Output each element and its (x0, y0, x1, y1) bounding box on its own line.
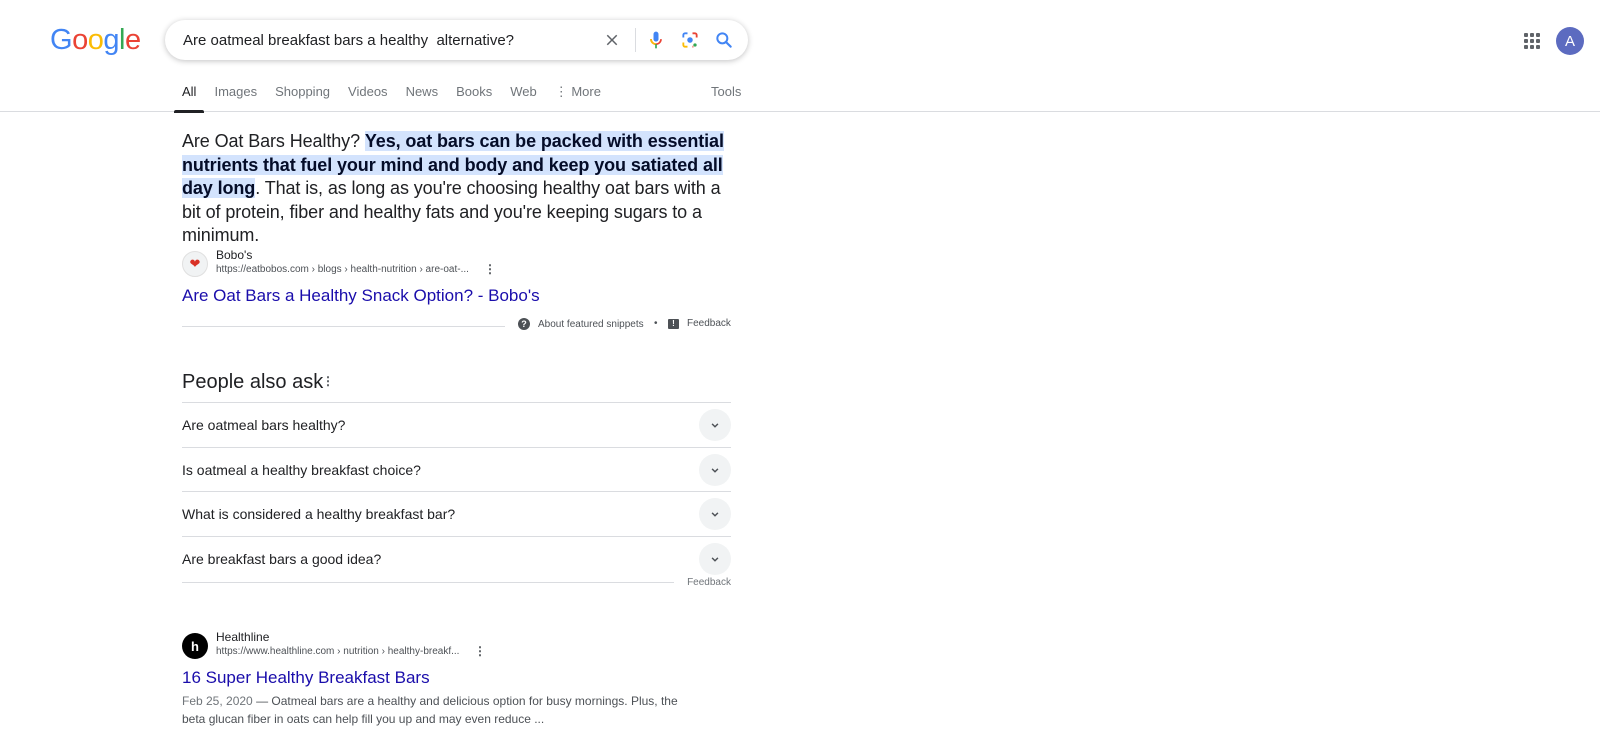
divider (182, 582, 674, 583)
chevron-down-icon[interactable] (699, 409, 731, 441)
date-dash: — (252, 694, 272, 708)
about-featured-snippets-link[interactable]: ? About featured snippets (518, 318, 644, 330)
search-input[interactable] (183, 20, 583, 60)
tab-shopping[interactable]: Shopping (275, 84, 330, 112)
result-date: Feb 25, 2020 (182, 694, 253, 708)
avatar[interactable]: A (1556, 27, 1584, 55)
paa-question-text: Is oatmeal a healthy breakfast choice? (182, 461, 421, 478)
paa-question-text: What is considered a healthy breakfast b… (182, 506, 456, 522)
paa-question-text: Are oatmeal bars healthy? (182, 417, 346, 433)
snippet-lead: Are Oat Bars Healthy? (182, 131, 365, 151)
logo-letter: e (124, 24, 141, 56)
divider (182, 326, 505, 327)
search-box (165, 20, 748, 60)
paa-question[interactable]: Is oatmeal a healthy breakfast choice? (182, 448, 731, 492)
paa-feedback-link[interactable]: Feedback (687, 577, 731, 588)
tab-more[interactable]: ⋮ More (555, 84, 601, 112)
logo-letter: o (87, 24, 104, 56)
help-icon: ? (518, 318, 530, 330)
search-icon[interactable] (712, 28, 736, 52)
feedback-label: Feedback (687, 318, 731, 329)
tab-web[interactable]: Web (510, 84, 537, 112)
snippet-footer: ? About featured snippets • ! Feedback (182, 318, 731, 332)
paa-question-text: Are breakfast bars a good idea? (182, 550, 382, 567)
search-tabs: All Images Shopping Videos News Books We… (174, 84, 619, 113)
chevron-down-icon[interactable] (699, 542, 731, 575)
site-url: https://www.healthline.com › nutrition ›… (216, 646, 460, 657)
chevron-down-icon[interactable] (699, 453, 731, 486)
logo-letter: G (50, 24, 73, 56)
tab-books[interactable]: Books (456, 84, 492, 112)
people-also-ask-list: Are oatmeal bars healthy? Is oatmeal a h… (182, 402, 731, 581)
paa-more-options-icon[interactable]: ⋮ (322, 375, 334, 387)
close-icon[interactable] (600, 28, 624, 52)
result-title-link[interactable]: 16 Super Healthy Breakfast Bars (182, 668, 430, 688)
search-results: Are Oat Bars Healthy? Yes, oat bars can … (182, 130, 731, 726)
site-name: Bobo's (216, 248, 253, 262)
healthline-favicon: h (182, 633, 208, 659)
about-label: About featured snippets (538, 318, 644, 330)
paa-question[interactable]: Are oatmeal bars healthy? (182, 403, 731, 448)
search-divider (635, 28, 636, 52)
google-lens-icon[interactable] (678, 28, 702, 52)
feedback-link[interactable]: ! Feedback (668, 318, 731, 329)
tab-all[interactable]: All (174, 84, 205, 113)
tools-button[interactable]: Tools (711, 84, 741, 99)
header: Google A All Images Shopping Videos News… (0, 0, 1600, 113)
snippet-source[interactable]: ❤ Bobo's https://eatbobos.com › blogs › … (182, 248, 731, 305)
more-options-icon[interactable]: ⋮ (474, 645, 486, 657)
more-options-icon[interactable]: ⋮ (484, 263, 496, 275)
logo-letter: o (72, 24, 88, 56)
paa-question[interactable]: What is considered a healthy breakfast b… (182, 492, 731, 537)
result-description: Feb 25, 2020 — Oatmeal bars are a health… (182, 692, 682, 728)
tab-news[interactable]: News (406, 84, 439, 112)
tab-images[interactable]: Images (214, 84, 257, 112)
separator: • (654, 318, 658, 329)
microphone-icon[interactable] (644, 28, 668, 52)
people-also-ask-title: People also ask (182, 371, 324, 393)
paa-question[interactable]: Are breakfast bars a good idea? (182, 537, 731, 582)
featured-snippet-text: Are Oat Bars Healthy? Yes, oat bars can … (182, 130, 731, 248)
apps-grid-icon[interactable] (1520, 29, 1544, 53)
site-url: https://eatbobos.com › blogs › health-nu… (216, 264, 469, 275)
google-logo[interactable]: Google (50, 24, 141, 57)
result-title-link[interactable]: Are Oat Bars a Healthy Snack Option? - B… (182, 286, 540, 306)
snippet-rest: . That is, as long as you're choosing he… (182, 178, 721, 245)
logo-letter: g (103, 24, 119, 56)
paa-footer: Feedback (182, 577, 731, 596)
tab-videos[interactable]: Videos (348, 84, 388, 112)
bobos-favicon: ❤ (182, 251, 208, 277)
feedback-icon: ! (668, 318, 679, 329)
chevron-down-icon[interactable] (699, 498, 731, 530)
site-name: Healthline (216, 630, 270, 644)
